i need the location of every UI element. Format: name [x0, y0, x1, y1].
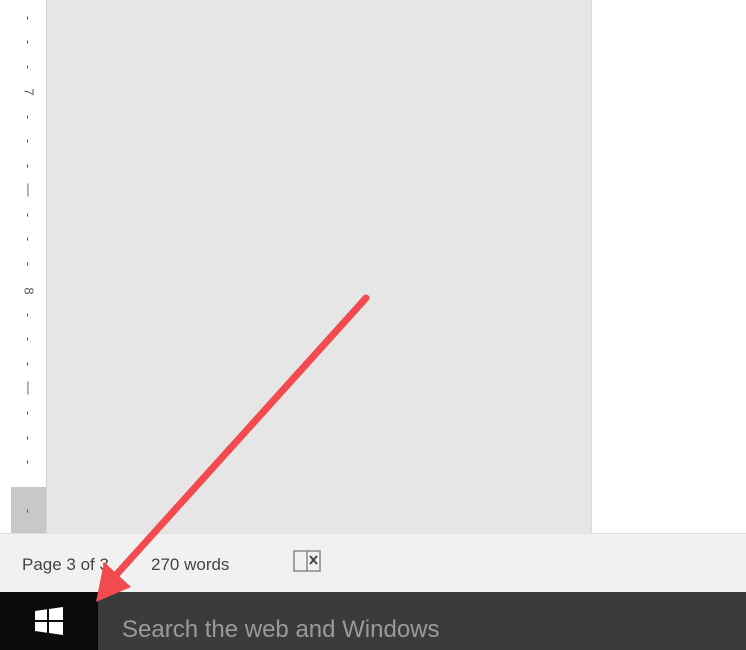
taskbar: Search the web and Windows: [0, 592, 746, 650]
word-count[interactable]: 270 words: [151, 555, 229, 575]
status-bar: Page 3 of 3 270 words: [0, 533, 746, 593]
ruler-tick: -: [21, 435, 37, 441]
taskbar-search-box[interactable]: Search the web and Windows: [98, 592, 746, 650]
windows-logo-icon: [35, 607, 63, 635]
ruler-tick: -: [21, 236, 37, 242]
ruler-tick: -: [21, 459, 37, 465]
ruler-tick: -: [21, 64, 37, 70]
ruler-tick: -: [21, 15, 37, 21]
ruler-tick: -: [21, 336, 37, 342]
ruler-tick: -: [21, 138, 37, 144]
ruler-tick: -: [21, 312, 37, 318]
page-count[interactable]: Page 3 of 3: [22, 555, 109, 575]
ruler-tick: -: [21, 261, 37, 267]
ruler-number-8: 8: [21, 287, 37, 295]
vertical-ruler: - - - 7 - - - — - - - 8 - - - — - - - -: [11, 0, 47, 533]
search-placeholder: Search the web and Windows: [122, 616, 440, 643]
ruler-tick: -: [21, 39, 37, 45]
document-canvas[interactable]: [47, 0, 592, 533]
book-proofing-error-icon[interactable]: [292, 547, 324, 575]
start-button[interactable]: [0, 592, 98, 650]
ruler-tick-half: —: [21, 381, 37, 395]
document-area: - - - 7 - - - — - - - 8 - - - — - - - -: [0, 0, 746, 533]
ruler-tick: -: [21, 508, 37, 514]
ruler-tick-half: —: [21, 183, 37, 197]
ruler-tick: -: [21, 410, 37, 416]
ruler-tick: -: [21, 361, 37, 367]
ruler-tick: -: [21, 163, 37, 169]
ruler-tick: -: [21, 114, 37, 120]
ruler-tick: -: [21, 212, 37, 218]
ruler-number-7: 7: [21, 88, 37, 96]
